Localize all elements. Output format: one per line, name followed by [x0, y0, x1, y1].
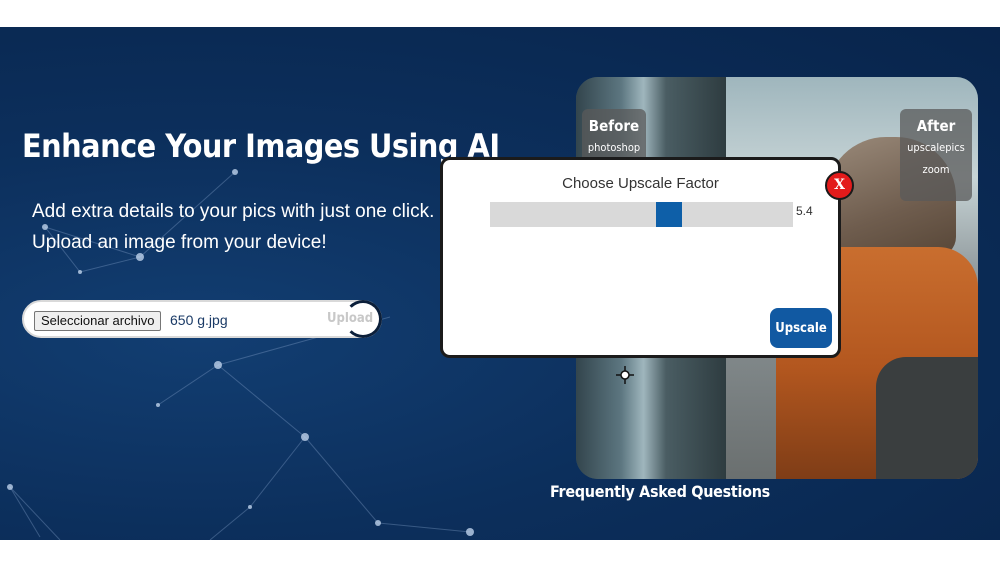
- move-cursor-icon: [616, 366, 634, 384]
- faq-link[interactable]: Frequently Asked Questions: [550, 482, 770, 501]
- after-sub-label-2: zoom: [922, 163, 950, 176]
- selected-file-name: 650 g.jpg: [170, 312, 228, 328]
- slider-thumb[interactable]: [656, 202, 682, 227]
- hero-subline: Add extra details to your pics with just…: [32, 201, 435, 222]
- photo-coat: [876, 357, 978, 479]
- upload-spinner-icon: [344, 300, 382, 338]
- dialog-title: Choose Upscale Factor: [562, 175, 719, 192]
- upload-form: Seleccionar archivo 650 g.jpg Upload: [22, 300, 382, 338]
- choose-file-button[interactable]: Seleccionar archivo: [34, 311, 162, 331]
- before-sub-label: photoshop: [587, 141, 641, 154]
- close-icon[interactable]: X: [825, 171, 854, 200]
- upscale-factor-slider[interactable]: [490, 202, 793, 227]
- hero-subline-upload: Upload an image from your device!: [32, 232, 327, 253]
- upscale-button[interactable]: Upscale: [770, 308, 832, 348]
- upscale-dialog: Choose Upscale Factor 5.4 Upscale: [440, 157, 841, 358]
- page-background: Enhance Your Images Using AI Add extra d…: [0, 27, 1000, 540]
- slider-value: 5.4: [796, 204, 813, 218]
- after-sub-label: upscalepics: [907, 141, 965, 154]
- before-label: Before: [588, 117, 640, 135]
- after-badge: After upscalepics zoom: [900, 109, 972, 201]
- hero-headline: Enhance Your Images Using AI: [22, 127, 500, 165]
- after-label: After: [916, 117, 956, 135]
